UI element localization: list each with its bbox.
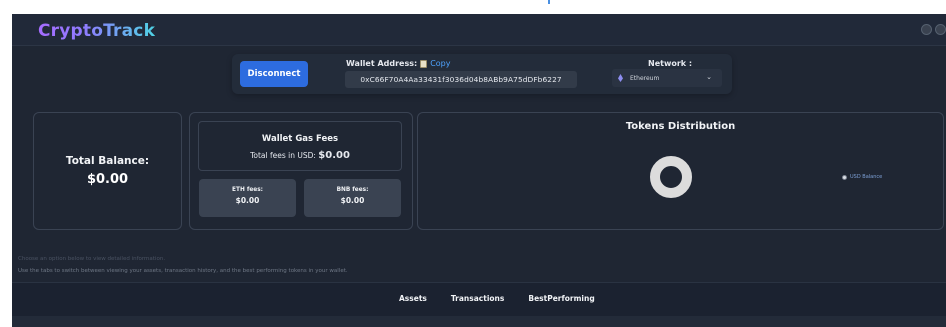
total-balance-value: $0.00 <box>86 172 129 187</box>
hint-text-tabs: Use the tabs to switch between viewing y… <box>18 268 348 274</box>
gas-total-value: $0.00 <box>318 150 350 161</box>
network-selected: Ethereum <box>630 74 660 82</box>
total-balance-card: Total Balance: $0.00 <box>33 112 182 230</box>
tokens-distribution-card: Tokens Distribution USD Balance <box>417 112 944 230</box>
tabs-bar: Assets Transactions BestPerforming <box>12 282 946 316</box>
bnb-fees-value: $0.00 <box>340 196 365 205</box>
network-select[interactable]: Ethereum ⌄ <box>612 69 722 87</box>
profile-icon[interactable] <box>935 24 946 35</box>
wallet-address-label: Wallet Address: Copy <box>346 59 451 68</box>
wallet-address-title: Wallet Address: <box>346 59 418 68</box>
tab-assets[interactable]: Assets <box>387 294 439 303</box>
legend-swatch <box>842 174 847 180</box>
app-window: CryptoTrack Disconnect Wallet Address: C… <box>12 14 946 327</box>
tab-transactions[interactable]: Transactions <box>439 294 516 303</box>
eth-fees-box: ETH fees: $0.00 <box>199 179 296 217</box>
legend-label: USD Balance <box>850 174 883 180</box>
header-actions <box>921 24 946 35</box>
content-area <box>12 316 946 327</box>
gas-total-prefix: Total fees in USD: <box>250 151 319 160</box>
tab-best-performing[interactable]: BestPerforming <box>516 294 606 303</box>
gas-fees-summary: Wallet Gas Fees Total fees in USD: $0.00 <box>198 121 402 171</box>
eth-fees-label: ETH fees: <box>232 187 263 193</box>
tabs: Assets Transactions BestPerforming <box>387 294 607 303</box>
chevron-down-icon: ⌄ <box>706 73 712 81</box>
distribution-donut-chart <box>650 156 692 198</box>
hint-text-choose: Choose an option below to view detailed … <box>18 256 166 262</box>
tokens-distribution-title: Tokens Distribution <box>625 121 736 132</box>
bnb-fees-label: BNB fees: <box>336 187 369 193</box>
wallet-bar: Disconnect Wallet Address: Copy 0xC66F70… <box>232 54 732 94</box>
total-balance-label: Total Balance: <box>65 155 150 167</box>
header: CryptoTrack <box>12 14 946 46</box>
bnb-fees-box: BNB fees: $0.00 <box>304 179 401 217</box>
eth-fees-value: $0.00 <box>235 196 260 205</box>
gas-fees-card: Wallet Gas Fees Total fees in USD: $0.00… <box>189 112 413 230</box>
chart-legend[interactable]: USD Balance <box>842 174 882 180</box>
copy-link[interactable]: Copy <box>430 59 450 68</box>
clipboard-icon[interactable] <box>420 59 428 68</box>
network-label: Network : <box>648 59 693 68</box>
gas-fees-total: Total fees in USD: $0.00 <box>199 150 401 161</box>
wallet-address-value: 0xC66F70A4Aa33431f3036d04b8ABb9A75dDFb62… <box>345 71 577 88</box>
app-logo[interactable]: CryptoTrack <box>38 21 155 41</box>
disconnect-button[interactable]: Disconnect <box>240 61 308 87</box>
gas-fees-title: Wallet Gas Fees <box>261 134 339 144</box>
ethereum-icon <box>618 74 623 82</box>
top-indicator <box>548 0 550 4</box>
settings-icon[interactable] <box>921 24 932 35</box>
